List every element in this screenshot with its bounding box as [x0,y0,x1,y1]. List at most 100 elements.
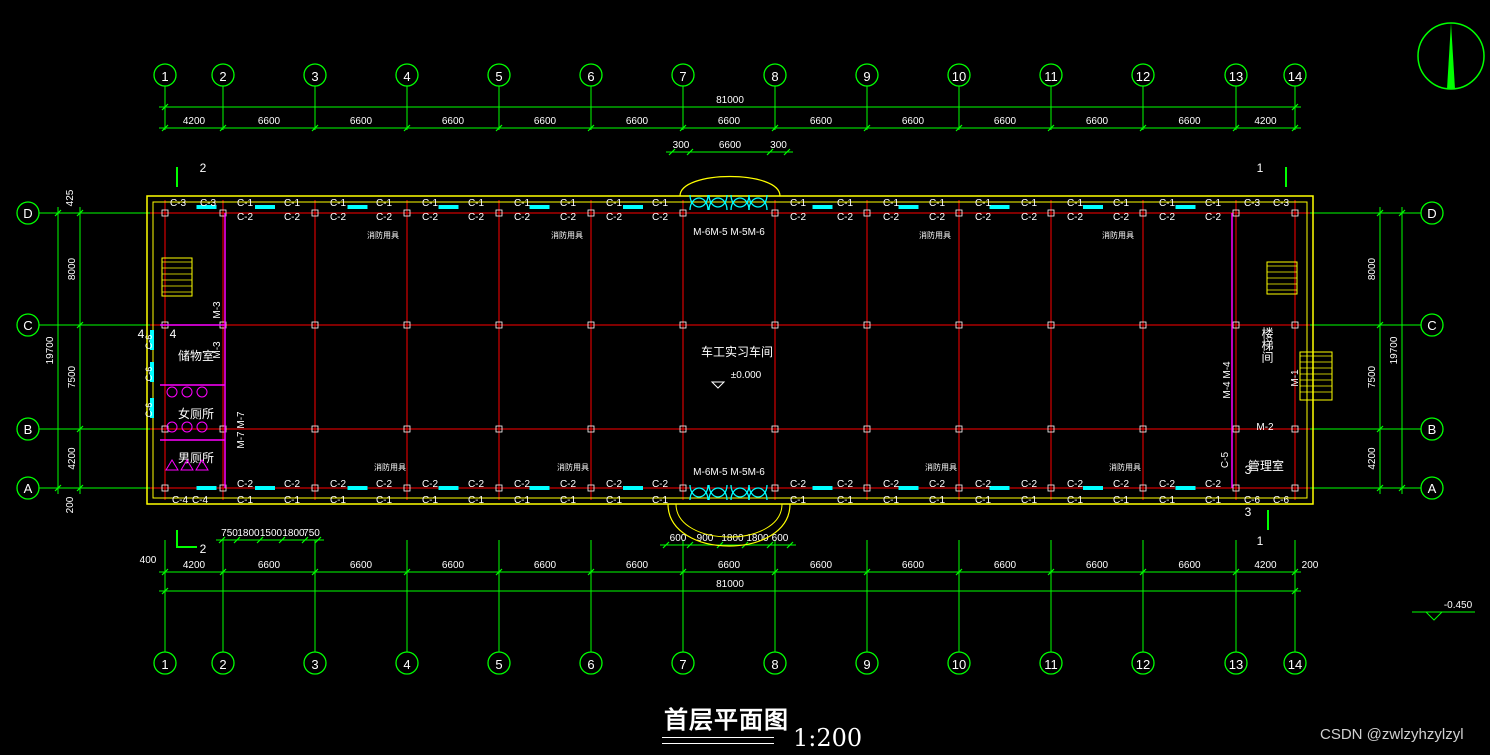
window-top [898,205,919,209]
dim-bays-top-label: 4200 [183,116,206,127]
window-label-c2-bottom: C-2 [330,479,347,490]
window-label-c2-bottom: C-2 [1113,479,1130,490]
door-label-main-top: M-6M-5 M-5M-6 [693,227,765,238]
dim-bays-top-label: 6600 [1178,116,1201,127]
elevation-marker [710,381,726,389]
window-top [529,205,550,209]
window-label-c4: C-4 [172,495,189,506]
toilet-fixture [166,386,178,398]
room-label-workshop: 车工实习车间 [701,344,773,359]
section-label: 2 [200,161,207,175]
window-label-c2-top: C-2 [929,212,946,223]
axis-label-bottom-1: 1 [161,657,168,672]
elevation-floor: ±0.000 [731,370,762,381]
axis-label-bottom-5: 5 [495,657,502,672]
toilet-fixture [196,421,208,433]
dim-bays-bottom-label: 4200 [183,560,206,571]
window-label-c3: C-3 [1244,198,1261,209]
window-label-c1-bottom: C-1 [560,495,577,506]
door-label-m1: M-1 [1290,369,1301,387]
dim-400: 400 [140,555,157,566]
axis-label-bottom-12: 12 [1136,657,1150,672]
north-arrow-needle [1447,23,1455,89]
dim-depth-right-label: 4200 [1367,447,1378,470]
section-label: 1 [1257,534,1264,548]
urinal-fixture [165,459,179,471]
window-label-c2-top: C-2 [284,212,301,223]
dim-total-top-label: 81000 [716,95,744,106]
window-label-c1-bottom: C-1 [929,495,946,506]
label-fire-equipment-top: 消防用具 [367,230,399,240]
dim-door-sub-label: 600 [670,533,687,544]
axis-label-top-2: 2 [219,69,226,84]
door-label-m3: M-3 [212,301,223,319]
dim-bays-bottom-label: 6600 [994,560,1017,571]
window-top [438,205,459,209]
dim-door-sub-label: 600 [772,533,789,544]
window-label-c2-top: C-2 [975,212,992,223]
dim-depth-left-label: 8000 [67,257,78,280]
window-label-c1-bottom: C-1 [1021,495,1038,506]
window-bottom [438,486,459,490]
window-bottom [255,486,275,490]
drawing-title: 首层平面图 [664,705,789,734]
window-label-c2-bottom: C-2 [606,479,623,490]
window-label-c2-top: C-2 [514,212,531,223]
dim-depth-right-total-label: 19700 [1389,336,1400,364]
window-label-c2-bottom: C-2 [975,479,992,490]
window-label-c5: C-5 [1220,452,1231,469]
dim-door-sub-label: 1800 [721,533,744,544]
room-label-male-wc: 男厕所 [178,451,214,465]
elevation-outside-marker [1425,611,1443,621]
window-label-c2-bottom: C-2 [883,479,900,490]
axis-label-top-5: 5 [495,69,502,84]
title-underline [662,737,774,738]
axis-label-bottom-4: 4 [403,657,410,672]
window-label-c1-top: C-1 [606,198,623,209]
window-label-c1-top: C-1 [837,198,854,209]
section-label: 4 [170,327,177,341]
axis-label-top-11: 11 [1044,69,1058,84]
axis-label-top-3: 3 [311,69,318,84]
window-bottom [623,486,643,490]
window-label-c1-bottom: C-1 [606,495,623,506]
window-label-c1-bottom: C-1 [652,495,669,506]
dim-entrance-label: 300 [770,140,787,151]
axis-label-bottom-11: 11 [1044,657,1058,672]
axis-label-right-D: D [1427,206,1436,221]
window-label-c1-top: C-1 [883,198,900,209]
toilet-fixture [196,386,208,398]
window-bottom [812,486,833,490]
entrance-canopy-top [679,176,781,197]
window-label-c2-top: C-2 [560,212,577,223]
dim-bays-bottom-label: 6600 [534,560,557,571]
room-label-storage: 储物室 [178,348,214,363]
window-label-c1-bottom: C-1 [514,495,531,506]
door-label-m3: M-3 [212,341,223,359]
window-label-c2-top: C-2 [1113,212,1130,223]
watermark: CSDN @zwlzyhzylzyl [1320,726,1464,743]
window-label-c1-top: C-1 [1067,198,1084,209]
axis-label-top-1: 1 [161,69,168,84]
window-label-c2-top: C-2 [1159,212,1176,223]
room-label-female-wc: 女厕所 [178,406,214,421]
axis-label-bottom-9: 9 [863,657,870,672]
window-label-c2-bottom: C-2 [468,479,485,490]
window-label-c1-bottom: C-1 [1205,495,1222,506]
axis-label-right-A: A [1428,481,1437,496]
axis-label-top-4: 4 [403,69,410,84]
window-label-c2-bottom: C-2 [1067,479,1084,490]
axis-label-bottom-10: 10 [952,657,966,672]
window-label-c1-bottom: C-1 [284,495,301,506]
misc-marks: -0.4502 121334 4 [138,22,1485,621]
axis-label-bottom-6: 6 [587,657,594,672]
window-label-c1-top: C-1 [330,198,347,209]
dim-200: 200 [65,496,76,513]
window-top [1083,205,1103,209]
window-label-c2-top: C-2 [606,212,623,223]
window-bottom [347,486,368,490]
window-label-c2-bottom: C-2 [1021,479,1038,490]
axis-label-left-C: C [23,318,32,333]
axis-label-top-12: 12 [1136,69,1150,84]
axis-bubbles-left: D C B A [16,201,150,500]
